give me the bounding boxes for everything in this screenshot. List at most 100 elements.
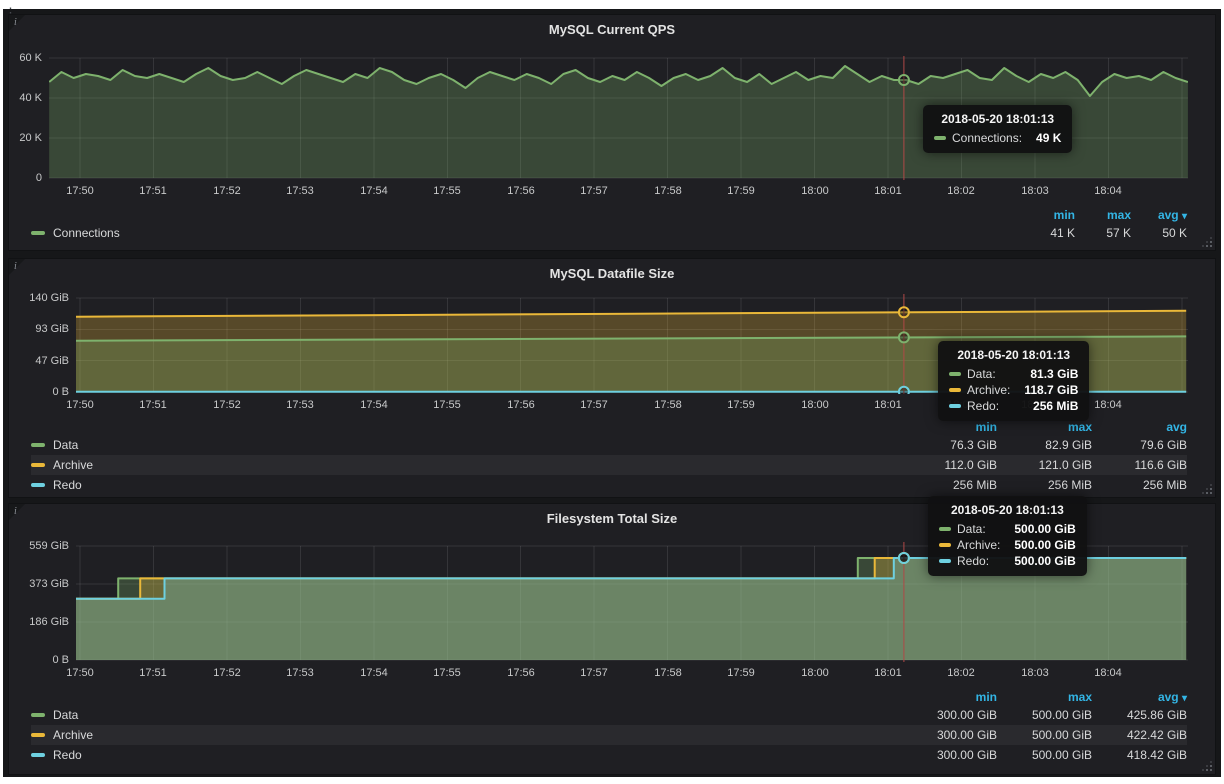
x-tick-label: 17:59 bbox=[727, 399, 755, 411]
y-tick-label: 0 B bbox=[9, 384, 69, 400]
legend-row: Connections 41 K 57 K 50 K bbox=[31, 223, 1187, 243]
legend-sort-max[interactable]: max bbox=[997, 690, 1092, 704]
panel-resize-handle[interactable] bbox=[1210, 245, 1212, 247]
series-color-swatch bbox=[31, 463, 45, 467]
caret-down-icon: ▾ bbox=[1182, 211, 1187, 222]
tooltip-series-value: 118.7 GiB bbox=[1010, 383, 1078, 397]
x-tick-label: 17:56 bbox=[507, 667, 535, 679]
x-tick-label: 18:01 bbox=[874, 399, 902, 411]
legend-sort-avg[interactable]: avg ▾ bbox=[1092, 690, 1187, 704]
tooltip-row: Archive: 118.7 GiB bbox=[949, 383, 1078, 397]
x-tick-label: 18:02 bbox=[947, 185, 975, 197]
x-tick-label: 18:04 bbox=[1094, 667, 1122, 679]
x-tick-label: 17:52 bbox=[213, 399, 241, 411]
panel-title[interactable]: MySQL Current QPS bbox=[9, 22, 1215, 37]
x-tick-label: 17:54 bbox=[360, 185, 388, 197]
legend-series-toggle[interactable]: Connections bbox=[31, 226, 1019, 240]
legend-min-value: 41 K bbox=[1019, 226, 1075, 240]
hover-point-marker bbox=[899, 387, 909, 394]
tooltip-series-label: Data: bbox=[957, 522, 986, 536]
x-tick-label: 18:03 bbox=[1021, 185, 1049, 197]
tooltip-series-label: Connections: bbox=[952, 131, 1022, 145]
tooltip-series-label: Redo: bbox=[957, 554, 989, 568]
tooltip-row: Redo: 500.00 GiB bbox=[939, 554, 1076, 568]
x-tick-label: 17:50 bbox=[66, 667, 94, 679]
legend-sort-avg[interactable]: avg bbox=[1092, 420, 1187, 434]
tooltip-timestamp: 2018-05-20 18:01:13 bbox=[934, 112, 1061, 126]
x-tick-label: 17:55 bbox=[433, 185, 461, 197]
chart-tooltip: 2018-05-20 18:01:13 Connections: 49 K bbox=[923, 105, 1072, 153]
y-axis: 559 GiB373 GiB186 GiB0 B bbox=[9, 542, 69, 662]
x-tick-label: 17:54 bbox=[360, 399, 388, 411]
series-color-swatch bbox=[949, 388, 961, 392]
legend-sort-min[interactable]: min bbox=[902, 690, 997, 704]
legend-series-toggle[interactable]: Archive bbox=[31, 728, 902, 742]
chart-tooltip: 2018-05-20 18:01:13 Data: 81.3 GiB Archi… bbox=[938, 341, 1089, 421]
x-tick-label: 18:00 bbox=[801, 185, 829, 197]
legend-min-value: 300.00 GiB bbox=[902, 748, 997, 762]
legend-min-value: 76.3 GiB bbox=[902, 438, 997, 452]
legend-avg-value: 79.6 GiB bbox=[1092, 438, 1187, 452]
legend-series-toggle[interactable]: Archive bbox=[31, 458, 902, 472]
series-color-swatch bbox=[31, 443, 45, 447]
tooltip-timestamp: 2018-05-20 18:01:13 bbox=[939, 503, 1076, 517]
legend-sort-min[interactable]: min bbox=[1019, 208, 1075, 222]
series-color-swatch bbox=[939, 527, 951, 531]
legend-avg-value: 422.42 GiB bbox=[1092, 728, 1187, 742]
legend-row: Archive 300.00 GiB 500.00 GiB 422.42 GiB bbox=[31, 725, 1187, 745]
x-tick-label: 17:51 bbox=[139, 185, 167, 197]
y-tick-label: 60 K bbox=[9, 50, 42, 66]
x-tick-label: 17:50 bbox=[66, 185, 94, 197]
legend-sort-min[interactable]: min bbox=[902, 420, 997, 434]
legend-avg-value: 418.42 GiB bbox=[1092, 748, 1187, 762]
x-tick-label: 17:57 bbox=[580, 667, 608, 679]
legend-series-toggle[interactable]: Redo bbox=[31, 478, 902, 492]
y-tick-label: 186 GiB bbox=[9, 614, 69, 630]
x-tick-label: 17:59 bbox=[727, 667, 755, 679]
legend: min max avg ▾ Connections 41 K 57 K 50 K bbox=[31, 206, 1187, 243]
chart-tooltip: 2018-05-20 18:01:13 Data: 500.00 GiB Arc… bbox=[928, 496, 1087, 576]
legend-min-value: 112.0 GiB bbox=[902, 458, 997, 472]
tooltip-series-value: 81.3 GiB bbox=[1016, 367, 1078, 381]
series-color-swatch bbox=[31, 733, 45, 737]
x-tick-label: 18:01 bbox=[874, 185, 902, 197]
y-tick-label: 40 K bbox=[9, 90, 42, 106]
legend-max-value: 500.00 GiB bbox=[997, 728, 1092, 742]
y-tick-label: 20 K bbox=[9, 130, 42, 146]
hover-point-marker bbox=[899, 307, 909, 317]
x-tick-label: 17:53 bbox=[286, 185, 314, 197]
hover-point-marker bbox=[899, 75, 909, 85]
legend-series-toggle[interactable]: Redo bbox=[31, 748, 902, 762]
x-tick-label: 17:50 bbox=[66, 399, 94, 411]
panel-resize-handle[interactable] bbox=[1210, 492, 1212, 494]
tooltip-timestamp: 2018-05-20 18:01:13 bbox=[949, 348, 1078, 362]
legend-header: min max avg ▾ bbox=[31, 206, 1187, 223]
legend-avg-value: 256 MiB bbox=[1092, 478, 1187, 492]
legend-sort-max[interactable]: max bbox=[1075, 208, 1131, 222]
legend-sort-avg[interactable]: avg ▾ bbox=[1131, 208, 1187, 222]
x-tick-label: 18:00 bbox=[801, 667, 829, 679]
legend-row: Archive 112.0 GiB 121.0 GiB 116.6 GiB bbox=[31, 455, 1187, 475]
y-tick-label: 93 GiB bbox=[9, 321, 69, 337]
panel-resize-handle[interactable] bbox=[1210, 769, 1212, 771]
legend-sort-max[interactable]: max bbox=[997, 420, 1092, 434]
legend-series-toggle[interactable]: Data bbox=[31, 438, 902, 452]
legend-avg-value: 116.6 GiB bbox=[1092, 458, 1187, 472]
legend-max-value: 57 K bbox=[1075, 226, 1131, 240]
legend-min-value: 256 MiB bbox=[902, 478, 997, 492]
series-color-swatch bbox=[939, 559, 951, 563]
series-color-swatch bbox=[31, 753, 45, 757]
tooltip-series-value: 500.00 GiB bbox=[1000, 554, 1075, 568]
x-tick-label: 17:55 bbox=[433, 667, 461, 679]
y-tick-label: 140 GiB bbox=[9, 290, 69, 306]
x-tick-label: 17:57 bbox=[580, 185, 608, 197]
x-tick-label: 18:04 bbox=[1094, 399, 1122, 411]
x-axis: 17:5017:5117:5217:5317:5417:5517:5617:57… bbox=[76, 667, 1188, 683]
legend-series-toggle[interactable]: Data bbox=[31, 708, 902, 722]
tooltip-series-label: Redo: bbox=[967, 399, 999, 413]
panel-title[interactable]: MySQL Datafile Size bbox=[9, 266, 1215, 281]
tooltip-series-label: Archive: bbox=[957, 538, 1000, 552]
x-tick-label: 17:56 bbox=[507, 185, 535, 197]
legend-max-value: 121.0 GiB bbox=[997, 458, 1092, 472]
page: ⋮ i MySQL Current QPS 60 K40 K20 K0 17:5… bbox=[0, 0, 1224, 784]
